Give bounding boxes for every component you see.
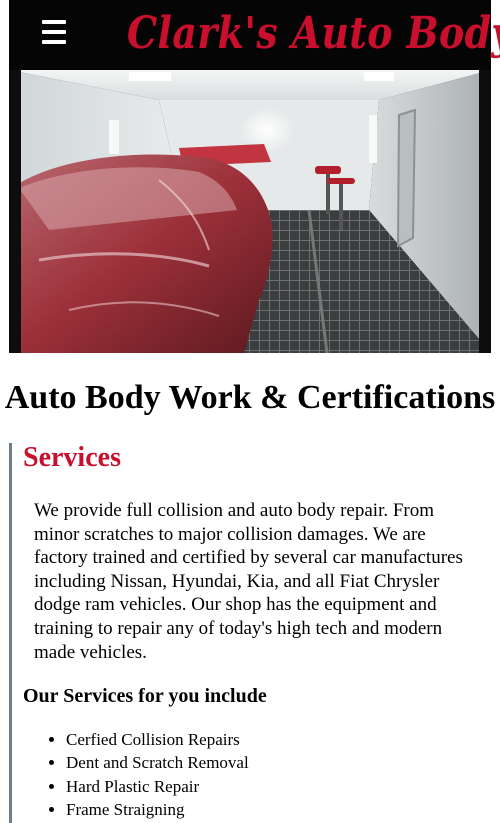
menu-bar [42, 30, 66, 34]
list-item: Hard Plastic Repair [66, 775, 249, 798]
site-logo[interactable]: Clark's Auto Body [127, 4, 500, 64]
site-header: Clark's Auto Body [9, 0, 500, 70]
services-title: Services [23, 442, 121, 473]
list-item: Cerfied Collision Repairs [66, 728, 249, 751]
menu-bar [42, 40, 66, 44]
services-list: Cerfied Collision Repairs Dent and Scrat… [66, 728, 249, 822]
page-title: Auto Body Work & Certifications [4, 379, 496, 416]
paint-booth-photo [9, 70, 491, 353]
services-section: Services We provide full collision and a… [9, 442, 494, 823]
services-description: We provide full collision and auto body … [34, 500, 463, 663]
hero-image [9, 70, 491, 353]
menu-bar [42, 20, 66, 24]
hamburger-menu-icon[interactable] [42, 20, 66, 44]
list-item: Dent and Scratch Removal [66, 751, 249, 774]
services-list-heading: Our Services for you include [23, 685, 267, 707]
